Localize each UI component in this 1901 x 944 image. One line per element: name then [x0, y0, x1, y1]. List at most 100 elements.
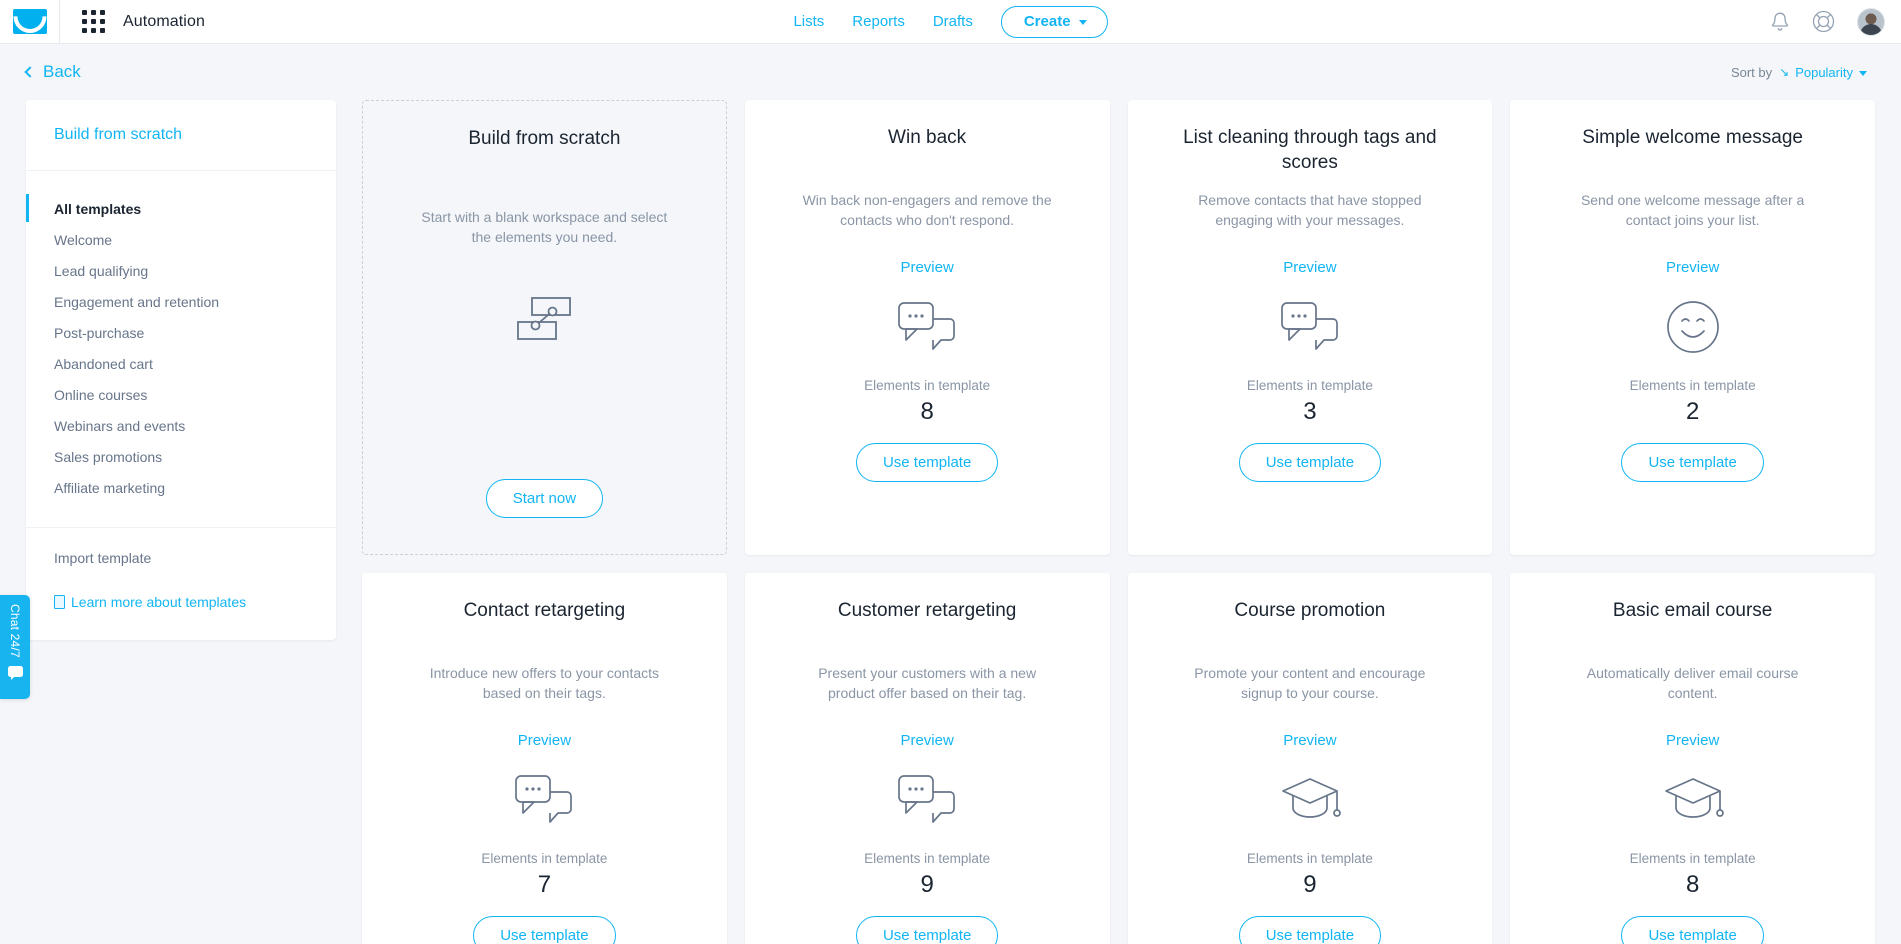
- chat-widget-tab[interactable]: Chat 24/7: [0, 595, 30, 699]
- sidebar-item-engagement-and-retention[interactable]: Engagement and retention: [26, 286, 336, 317]
- create-button[interactable]: Create: [1000, 5, 1108, 38]
- card-description: Present your customers with a new produc…: [818, 665, 1037, 702]
- sidebar-item-all-templates[interactable]: All templates: [26, 193, 336, 224]
- sidebar-category-list: All templates Welcome Lead qualifying En…: [26, 171, 336, 517]
- use-template-button[interactable]: Use template: [855, 916, 999, 944]
- elements-label: Elements in template: [1246, 378, 1373, 393]
- nav-lists[interactable]: Lists: [793, 13, 824, 30]
- learn-more-label: Learn more about templates: [71, 594, 247, 610]
- sidebar-item-abandoned-cart[interactable]: Abandoned cart: [26, 348, 336, 379]
- preview-link[interactable]: Preview: [1283, 259, 1336, 276]
- nav-drafts[interactable]: Drafts: [933, 13, 973, 30]
- sidebar-item-webinars-and-events[interactable]: Webinars and events: [26, 410, 336, 441]
- card-template[interactable]: Course promotion Promote your content an…: [1127, 573, 1493, 944]
- sidebar: Build from scratch All templates Welcome…: [26, 100, 336, 640]
- elements-label: Elements in template: [864, 378, 991, 393]
- card-description: Remove contacts that have stopped engagi…: [1198, 192, 1422, 229]
- card-title: Basic email course: [1612, 600, 1773, 621]
- elements-label: Elements in template: [864, 851, 991, 866]
- top-bar-actions: [1770, 7, 1901, 36]
- preview-link[interactable]: Preview: [900, 259, 953, 276]
- sidebar-item-label: Engagement and retention: [54, 293, 220, 310]
- card-build-from-scratch[interactable]: Build from scratch Start with a blank wo…: [362, 100, 727, 555]
- use-template-button[interactable]: Use template: [1621, 443, 1764, 483]
- chat-widget-label: Chat 24/7: [8, 604, 22, 658]
- preview-link[interactable]: Preview: [1666, 732, 1719, 749]
- elements-count: 2: [1685, 398, 1700, 425]
- card-template[interactable]: Simple welcome message Send one welcome …: [1510, 100, 1875, 555]
- sidebar-header: Build from scratch: [26, 100, 336, 171]
- chat-bubbles-icon: [1280, 296, 1340, 358]
- card-template[interactable]: Basic email course Automatically deliver…: [1510, 573, 1875, 944]
- import-template-link[interactable]: Import template: [54, 550, 336, 566]
- preview-link[interactable]: Preview: [1666, 259, 1719, 276]
- sidebar-item-label: All templates: [54, 200, 142, 217]
- card-template[interactable]: List cleaning through tags and scores Re…: [1127, 100, 1493, 555]
- card-title: Build from scratch: [468, 128, 621, 149]
- card-title: Win back: [888, 127, 967, 148]
- elements-count: 9: [920, 871, 934, 898]
- document-icon: [54, 595, 65, 609]
- preview-link[interactable]: Preview: [1283, 732, 1336, 749]
- sidebar-build-from-scratch[interactable]: Build from scratch: [54, 126, 182, 143]
- card-title: Course promotion: [1234, 600, 1386, 621]
- sort-by-control: Sort by ↘ Popularity: [1731, 65, 1867, 80]
- sidebar-item-lead-qualifying[interactable]: Lead qualifying: [26, 255, 336, 286]
- sidebar-item-label: Post-purchase: [54, 324, 145, 341]
- lifebuoy-icon[interactable]: [1812, 10, 1835, 33]
- preview-link[interactable]: Preview: [900, 732, 953, 749]
- use-template-button[interactable]: Use template: [1621, 916, 1764, 944]
- elements-label: Elements in template: [1246, 851, 1373, 866]
- use-template-button[interactable]: Use template: [473, 916, 616, 944]
- page-title: Automation: [123, 12, 205, 30]
- use-template-button[interactable]: Use template: [855, 443, 999, 483]
- sidebar-item-sales-promotions[interactable]: Sales promotions: [26, 441, 336, 472]
- sidebar-item-welcome[interactable]: Welcome: [26, 224, 336, 255]
- elements-label: Elements in template: [1629, 378, 1756, 393]
- card-description: Start with a blank workspace and select …: [421, 209, 668, 246]
- sort-by-dropdown[interactable]: ↘ Popularity: [1779, 65, 1867, 80]
- smiley-face-icon: [1665, 296, 1721, 358]
- sidebar-item-affiliate-marketing[interactable]: Affiliate marketing: [26, 472, 336, 503]
- apps-grid-icon[interactable]: [82, 10, 105, 33]
- card-title: Simple welcome message: [1582, 127, 1803, 148]
- elements-count: 3: [1303, 398, 1317, 425]
- preview-link[interactable]: Preview: [518, 732, 571, 749]
- use-template-button[interactable]: Use template: [1238, 916, 1382, 944]
- sidebar-item-label: Online courses: [54, 386, 148, 403]
- envelope-logo-icon: [12, 9, 47, 34]
- chat-bubbles-icon: [897, 296, 957, 358]
- elements-label: Elements in template: [1629, 851, 1756, 866]
- sidebar-footer: Import template Learn more about templat…: [26, 528, 336, 632]
- use-template-button[interactable]: Use template: [1238, 443, 1382, 483]
- page-layout: Build from scratch All templates Welcome…: [0, 100, 1901, 944]
- chat-bubble-icon: [7, 665, 23, 680]
- top-bar: Automation Lists Reports Drafts Create: [0, 0, 1901, 44]
- elements-count: 7: [537, 871, 552, 898]
- sidebar-item-label: Lead qualifying: [54, 262, 149, 279]
- app-logo[interactable]: [0, 0, 60, 44]
- chevron-left-icon: [24, 66, 36, 78]
- sidebar-item-post-purchase[interactable]: Post-purchase: [26, 317, 336, 348]
- graduation-cap-icon: [1662, 769, 1724, 831]
- card-template[interactable]: Customer retargeting Present your custom…: [744, 573, 1110, 944]
- start-now-button[interactable]: Start now: [485, 479, 604, 518]
- elements-count: 8: [1685, 871, 1700, 898]
- card-description: Automatically deliver email course conte…: [1586, 665, 1799, 702]
- chevron-down-icon: [1078, 19, 1087, 25]
- back-button[interactable]: Back: [24, 62, 81, 82]
- back-label: Back: [43, 62, 81, 81]
- card-template[interactable]: Contact retargeting Introduce new offers…: [362, 573, 727, 944]
- card-title: Contact retargeting: [463, 600, 626, 621]
- sort-descending-icon: ↘: [1779, 65, 1790, 79]
- bell-icon[interactable]: [1770, 11, 1790, 33]
- graduation-cap-icon: [1279, 769, 1341, 831]
- nav-reports[interactable]: Reports: [852, 13, 905, 30]
- card-description: Promote your content and encourage signu…: [1194, 665, 1426, 702]
- learn-more-link[interactable]: Learn more about templates: [54, 594, 336, 610]
- sidebar-item-label: Welcome: [54, 231, 113, 248]
- sidebar-item-online-courses[interactable]: Online courses: [26, 379, 336, 410]
- card-title: List cleaning through tags and scores: [1183, 127, 1437, 173]
- avatar[interactable]: [1857, 7, 1885, 36]
- card-template[interactable]: Win back Win back non-engagers and remov…: [744, 100, 1110, 555]
